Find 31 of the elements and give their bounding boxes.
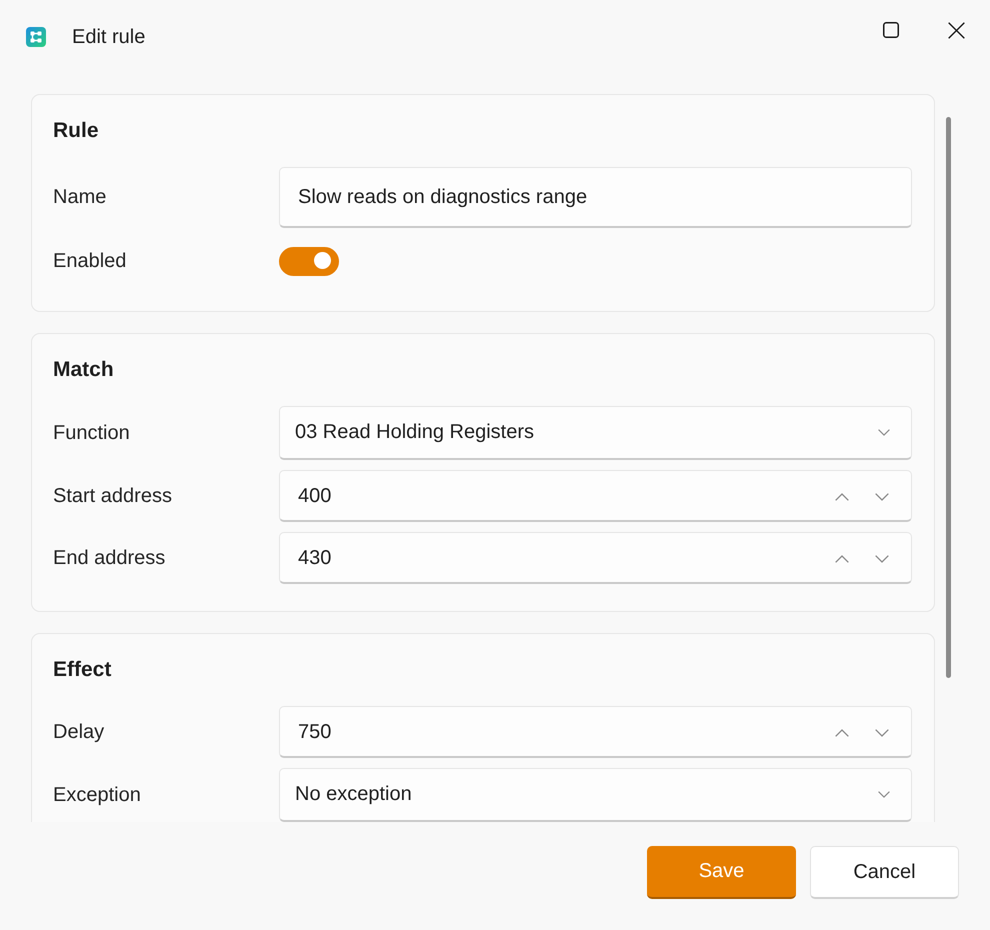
field-label: Name: [53, 186, 108, 209]
dropdown[interactable]: 03 Read Holding Registers: [279, 406, 912, 460]
number-field[interactable]: 750: [279, 706, 912, 758]
app-icon: [26, 27, 46, 47]
field-label: End address: [53, 546, 166, 570]
chevron-down-icon[interactable]: [875, 554, 889, 562]
close-icon[interactable]: [948, 22, 965, 38]
chevron-down-icon[interactable]: [878, 791, 890, 798]
field-label: Exception: [53, 784, 142, 806]
chevron-down-icon[interactable]: [875, 492, 889, 500]
chevron-up-icon[interactable]: [835, 728, 849, 736]
section-title: Effect: [53, 658, 112, 681]
chevron-up-icon[interactable]: [835, 492, 849, 500]
field-label: Start address: [53, 484, 173, 508]
section-title: Rule: [53, 119, 99, 142]
field-label: Enabled: [53, 250, 128, 272]
secondary-button[interactable]: Cancel: [810, 846, 959, 899]
scrollbar-thumb[interactable]: [946, 117, 951, 678]
text-field[interactable]: Slow reads on diagnostics range: [279, 167, 912, 228]
dropdown[interactable]: No exception: [279, 768, 912, 822]
section-title: Match: [53, 358, 114, 381]
window-title: Edit rule: [72, 26, 146, 48]
field-label: Function: [53, 422, 131, 444]
number-field[interactable]: 430: [279, 532, 912, 584]
toggle-switch[interactable]: [279, 246, 339, 276]
number-field[interactable]: 400: [279, 470, 912, 522]
maximize-icon[interactable]: [883, 22, 899, 38]
chevron-down-icon[interactable]: [875, 728, 889, 736]
chevron-up-icon[interactable]: [835, 554, 849, 562]
field-label: Delay: [53, 720, 106, 744]
chevron-down-icon[interactable]: [878, 429, 890, 436]
